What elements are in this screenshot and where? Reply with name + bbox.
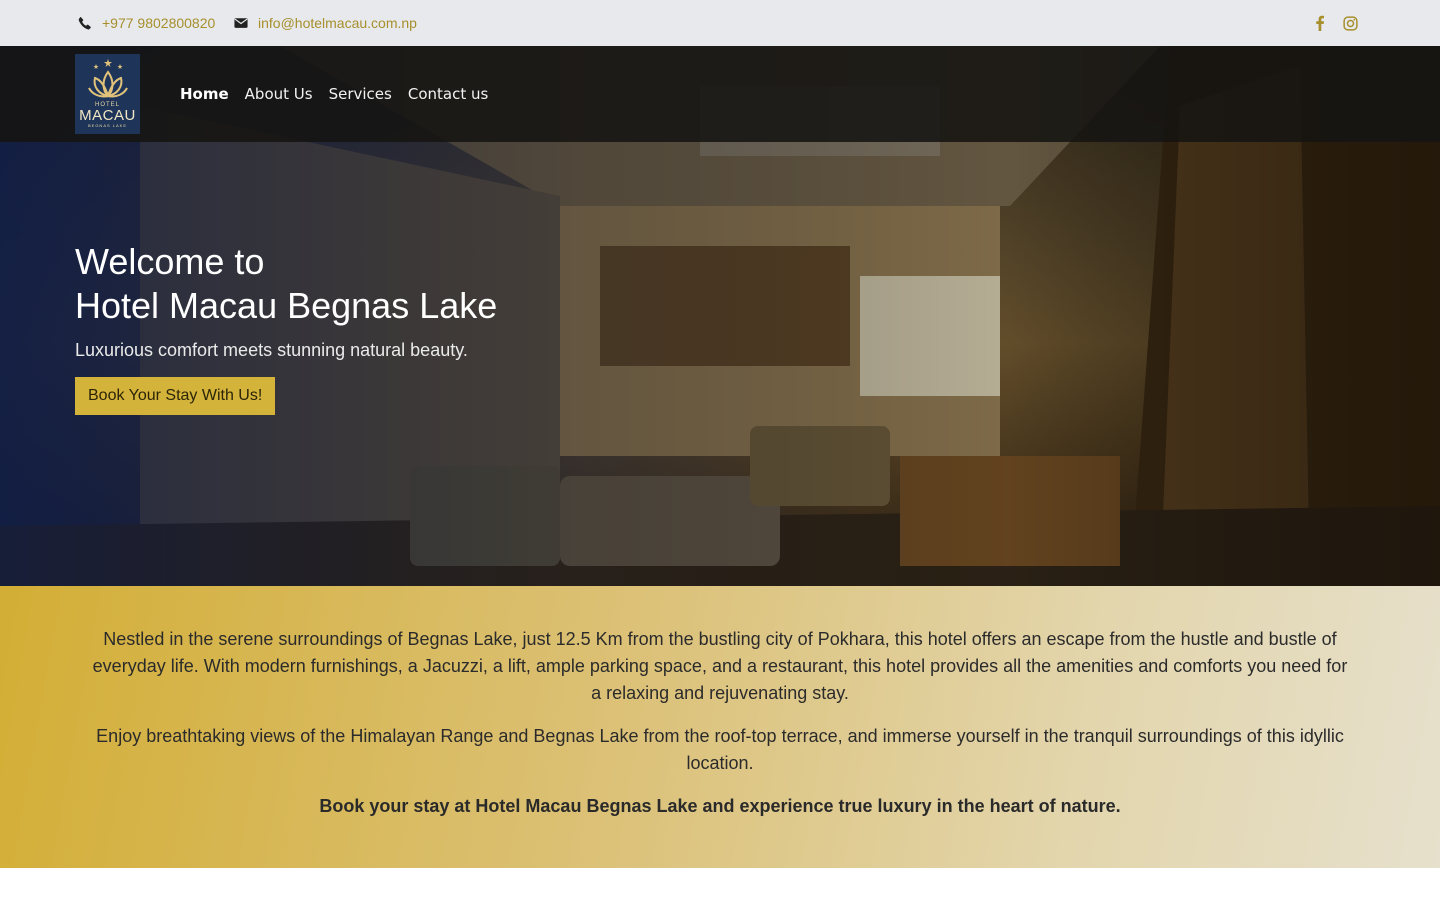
hero-title: Welcome to Hotel Macau Begnas Lake xyxy=(75,240,497,328)
instagram-icon[interactable] xyxy=(1343,15,1358,31)
envelope-icon xyxy=(234,18,248,28)
main-navbar: HOTEL MACAU BEGNAS LAKE Home About Us Se… xyxy=(0,46,1440,142)
intro-closing: Book your stay at Hotel Macau Begnas Lak… xyxy=(319,796,1121,816)
intro-paragraph-2: Enjoy breathtaking views of the Himalaya… xyxy=(96,726,1344,773)
email-address[interactable]: info@hotelmacau.com.np xyxy=(258,15,417,31)
top-contact-bar: +977 9802800820 info@hotelmacau.com.np xyxy=(0,0,1440,46)
nav-item-about-us[interactable]: About Us xyxy=(245,85,313,103)
intro-section: Nestled in the serene surroundings of Be… xyxy=(0,586,1440,868)
facebook-icon[interactable] xyxy=(1313,15,1327,31)
nav-item-home[interactable]: Home xyxy=(180,85,229,103)
hotel-logo[interactable]: HOTEL MACAU BEGNAS LAKE xyxy=(75,54,140,134)
hero-title-line1: Welcome to xyxy=(75,241,265,282)
hero-section: HOTEL MACAU BEGNAS LAKE Home About Us Se… xyxy=(0,46,1440,586)
hero-title-line2: Hotel Macau Begnas Lake xyxy=(75,285,498,326)
nav-item-services[interactable]: Services xyxy=(329,85,392,103)
hero-subtitle: Luxurious comfort meets stunning natural… xyxy=(75,340,468,360)
phone-contact[interactable]: +977 9802800820 xyxy=(78,0,215,46)
phone-icon xyxy=(78,17,91,30)
nav-item-contact-us[interactable]: Contact us xyxy=(408,85,488,103)
phone-number[interactable]: +977 9802800820 xyxy=(102,15,215,31)
email-contact[interactable]: info@hotelmacau.com.np xyxy=(234,0,417,46)
hero-content: Welcome to Hotel Macau Begnas Lake Luxur… xyxy=(75,240,497,415)
intro-paragraph-1: Nestled in the serene surroundings of Be… xyxy=(92,629,1348,703)
facebook-link[interactable] xyxy=(1313,0,1327,46)
instagram-link[interactable] xyxy=(1343,0,1358,46)
lotus-logo-icon xyxy=(87,59,128,98)
logo-text-location: BEGNAS LAKE xyxy=(87,123,127,128)
book-stay-button[interactable]: Book Your Stay With Us! xyxy=(75,377,276,415)
primary-nav: Home About Us Services Contact us xyxy=(180,46,488,142)
logo-text-macau: MACAU xyxy=(79,107,136,124)
